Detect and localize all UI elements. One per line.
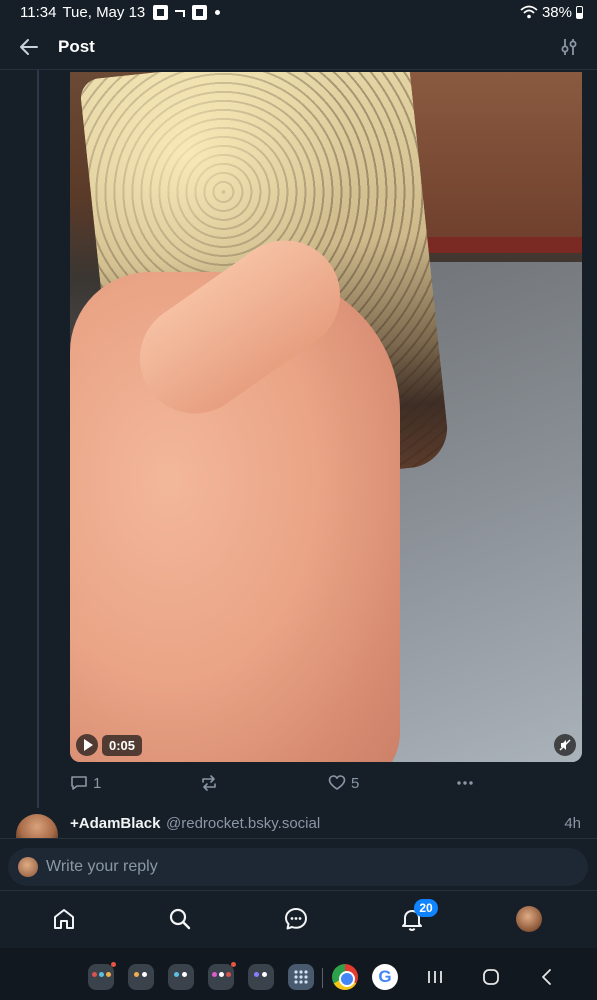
battery-percent: 38% bbox=[541, 3, 572, 21]
app-drawer-icon[interactable] bbox=[288, 964, 314, 990]
video-duration: 0:05 bbox=[102, 734, 143, 756]
ellipsis-icon bbox=[457, 781, 473, 785]
post-actions: 1 5 bbox=[70, 770, 582, 796]
video-controls: 0:05 bbox=[76, 734, 143, 756]
search-icon bbox=[169, 908, 191, 930]
play-icon[interactable] bbox=[76, 734, 98, 756]
video-frame-wall bbox=[400, 72, 582, 247]
home-icon bbox=[54, 909, 74, 929]
more-options-button[interactable] bbox=[456, 774, 474, 792]
battery-icon bbox=[576, 5, 583, 19]
flipboard-notification-icon bbox=[153, 4, 169, 20]
app-folder-1-icon[interactable] bbox=[88, 962, 116, 990]
video-player[interactable]: 0:05 bbox=[70, 72, 582, 762]
home-circle-icon[interactable] bbox=[478, 964, 504, 990]
status-right: 38% bbox=[520, 4, 583, 21]
like-count: 5 bbox=[351, 774, 360, 792]
taskbar-divider bbox=[322, 968, 323, 988]
status-bar: 11:34 Tue, May 13 38% bbox=[0, 0, 597, 24]
wifi-icon bbox=[520, 5, 538, 19]
reply-bubble-icon bbox=[71, 776, 87, 790]
app-folder-2-icon[interactable] bbox=[128, 964, 154, 990]
reply-input[interactable] bbox=[46, 858, 526, 876]
chrome-icon[interactable] bbox=[332, 964, 358, 990]
mute-icon[interactable] bbox=[554, 734, 576, 756]
back-arrow-icon[interactable] bbox=[18, 36, 40, 58]
flipboard-notification-icon-2 bbox=[192, 4, 208, 20]
app-folder-5-icon[interactable] bbox=[248, 964, 274, 990]
reply-count: 1 bbox=[93, 774, 102, 792]
more-notifications-dot-icon bbox=[215, 9, 221, 15]
notification-arrow-icon bbox=[174, 5, 186, 20]
repost-icon bbox=[202, 775, 216, 791]
system-taskbar: G bbox=[0, 948, 597, 1000]
status-time: 11:34 bbox=[20, 3, 57, 21]
author-display-name[interactable]: +AdamBlack bbox=[70, 815, 160, 832]
notification-badge: 20 bbox=[414, 899, 438, 917]
repost-button[interactable] bbox=[200, 774, 218, 792]
like-button[interactable]: 5 bbox=[328, 774, 359, 792]
nav-search[interactable] bbox=[166, 905, 194, 933]
page-title: Post bbox=[58, 36, 95, 56]
profile-avatar bbox=[516, 906, 542, 932]
google-icon[interactable]: G bbox=[372, 964, 398, 990]
thread-connector-line bbox=[37, 70, 39, 808]
app-folder-4-icon[interactable] bbox=[208, 962, 236, 990]
thread-settings-icon[interactable] bbox=[559, 37, 579, 57]
reply-button[interactable]: 1 bbox=[70, 774, 101, 792]
author-handle[interactable]: @redrocket.bsky.social bbox=[166, 815, 320, 832]
nav-profile[interactable] bbox=[515, 905, 543, 933]
nav-home[interactable] bbox=[50, 905, 78, 933]
heart-icon bbox=[328, 775, 346, 790]
recent-apps-icon[interactable] bbox=[422, 964, 448, 990]
reply-composer-bar bbox=[0, 838, 597, 890]
chat-icon bbox=[285, 908, 307, 930]
status-date: Tue, May 13 bbox=[62, 3, 146, 21]
post-header: Post bbox=[0, 24, 597, 70]
reply-post-preview[interactable]: +AdamBlack @redrocket.bsky.social 4h bbox=[0, 808, 597, 846]
back-chevron-icon[interactable] bbox=[534, 964, 560, 990]
reply-box[interactable] bbox=[8, 848, 588, 886]
post-timestamp: 4h bbox=[564, 815, 581, 832]
my-avatar bbox=[18, 857, 38, 877]
bottom-navigation: 20 bbox=[0, 890, 597, 948]
app-folder-3-icon[interactable] bbox=[168, 964, 194, 990]
nav-chat[interactable] bbox=[282, 905, 310, 933]
